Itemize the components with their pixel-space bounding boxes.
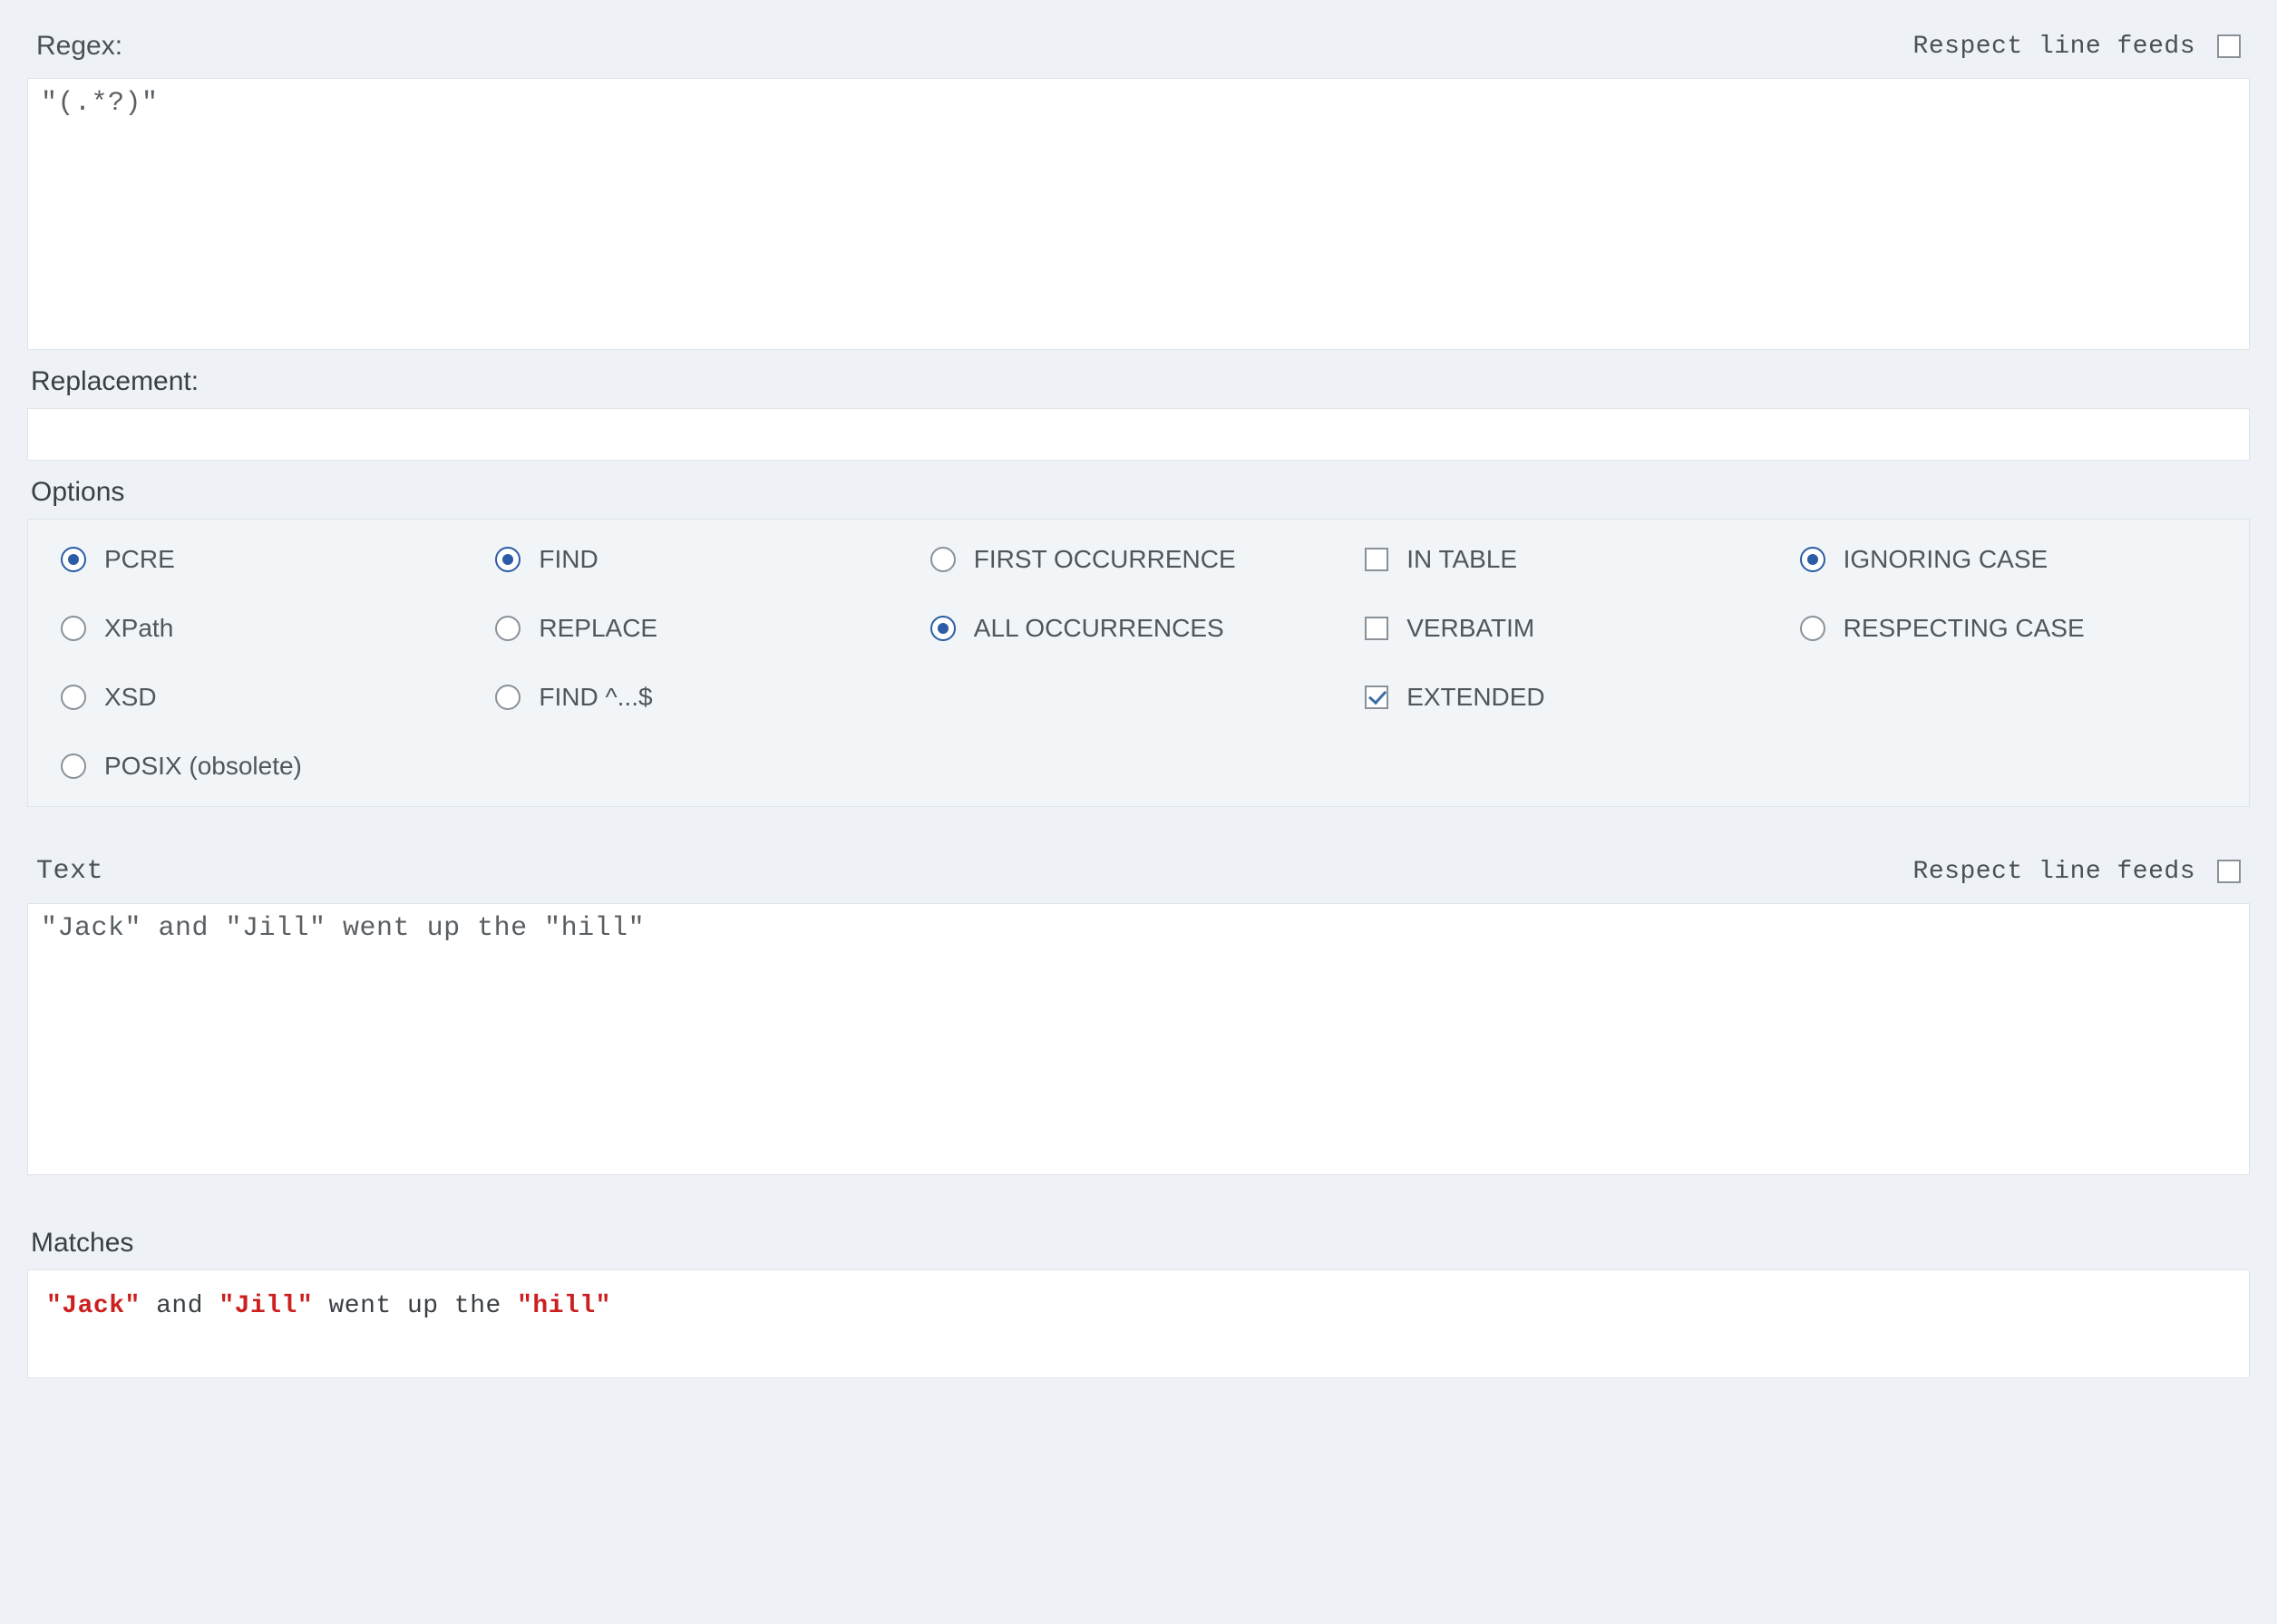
radio-pcre-label: PCRE (104, 545, 175, 574)
case-radio-group: IGNORING CASE RESPECTING CASE (1800, 545, 2216, 643)
regex-header: Regex: Respect line feeds (27, 18, 2250, 78)
regex-input[interactable]: "(.*?)" (27, 78, 2250, 350)
regex-tool-panel: Regex: Respect line feeds "(.*?)" Replac… (0, 0, 2277, 1415)
radio-respecting-case[interactable]: RESPECTING CASE (1800, 614, 2216, 643)
options-label: Options (27, 461, 2250, 519)
flags-checkbox-group: IN TABLE VERBATIM EXTENDED (1365, 545, 1781, 712)
regex-respect-line-feeds-group: Respect line feeds (1913, 33, 2241, 61)
check-verbatim[interactable]: VERBATIM (1365, 614, 1781, 643)
regex-respect-label: Respect line feeds (1913, 33, 2195, 61)
replacement-input[interactable] (27, 408, 2250, 461)
radio-replace[interactable]: REPLACE (495, 614, 911, 643)
match-highlight: "hill" (517, 1292, 611, 1320)
radio-posix[interactable]: POSIX (obsolete) (61, 752, 477, 781)
check-in-table-label: IN TABLE (1406, 545, 1517, 574)
radio-xpath[interactable]: XPath (61, 614, 477, 643)
regex-label: Regex: (36, 31, 122, 62)
radio-find-label: FIND (539, 545, 598, 574)
radio-ignoring-case[interactable]: IGNORING CASE (1800, 545, 2216, 574)
text-header: Text Respect line feeds (27, 843, 2250, 903)
radio-all-occurrences[interactable]: ALL OCCURRENCES (930, 614, 1347, 643)
matches-output: "Jack" and "Jill" went up the "hill" (27, 1269, 2250, 1378)
text-respect-label: Respect line feeds (1913, 858, 2195, 886)
radio-all-label: ALL OCCURRENCES (974, 614, 1224, 643)
match-text: and (141, 1292, 219, 1320)
radio-respecting-label: RESPECTING CASE (1844, 614, 2085, 643)
check-extended[interactable]: EXTENDED (1365, 683, 1781, 712)
radio-posix-label: POSIX (obsolete) (104, 752, 302, 781)
text-input[interactable]: "Jack" and "Jill" went up the "hill" (27, 903, 2250, 1175)
radio-find-anchored[interactable]: FIND ^...$ (495, 683, 911, 712)
match-text: went up the (313, 1292, 517, 1320)
radio-xsd-label: XSD (104, 683, 157, 712)
matches-label: Matches (27, 1211, 2250, 1269)
replacement-label: Replacement: (27, 350, 2250, 408)
radio-pcre[interactable]: PCRE (61, 545, 477, 574)
options-box: PCRE XPath XSD POSIX (obsolete) FIND (27, 519, 2250, 807)
radio-first-label: FIRST OCCURRENCE (974, 545, 1236, 574)
occurrence-radio-group: FIRST OCCURRENCE ALL OCCURRENCES (930, 545, 1347, 643)
radio-find[interactable]: FIND (495, 545, 911, 574)
radio-replace-label: REPLACE (539, 614, 657, 643)
regex-respect-checkbox[interactable] (2217, 34, 2241, 58)
check-in-table[interactable]: IN TABLE (1365, 545, 1781, 574)
action-radio-group: FIND REPLACE FIND ^...$ (495, 545, 911, 712)
radio-ignoring-label: IGNORING CASE (1844, 545, 2048, 574)
text-respect-line-feeds-group: Respect line feeds (1913, 858, 2241, 886)
radio-find-anchored-label: FIND ^...$ (539, 683, 652, 712)
match-highlight: "Jack" (46, 1292, 141, 1320)
text-label: Text (36, 856, 103, 887)
radio-xsd[interactable]: XSD (61, 683, 477, 712)
radio-xpath-label: XPath (104, 614, 173, 643)
radio-first-occurrence[interactable]: FIRST OCCURRENCE (930, 545, 1347, 574)
text-respect-checkbox[interactable] (2217, 860, 2241, 883)
engine-radio-group: PCRE XPath XSD POSIX (obsolete) (61, 545, 477, 781)
check-verbatim-label: VERBATIM (1406, 614, 1534, 643)
check-extended-label: EXTENDED (1406, 683, 1544, 712)
match-highlight: "Jill" (219, 1292, 313, 1320)
